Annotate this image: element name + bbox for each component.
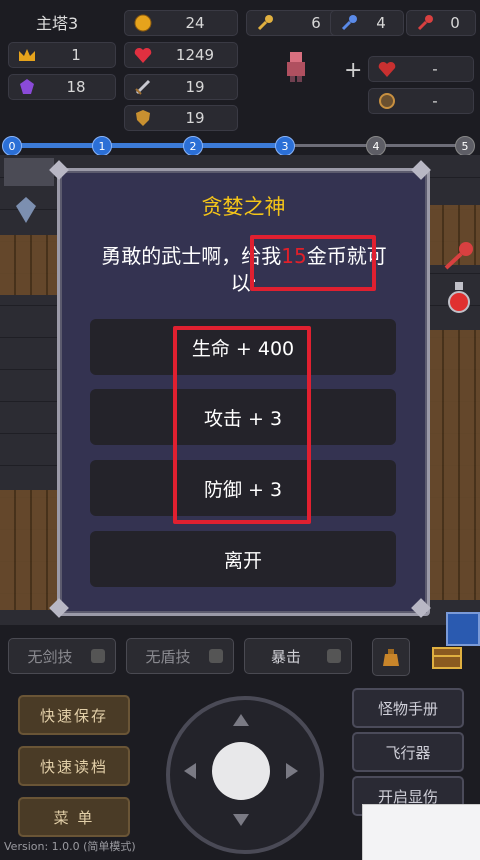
version-label: Version: 1.0.0 (简单模式) [4, 840, 136, 853]
progress-node: 4 [366, 136, 386, 156]
attack-stat: 19 [124, 74, 238, 100]
leave-button[interactable]: 离开 [90, 531, 396, 587]
arrow-left-icon [184, 763, 196, 779]
options-highlight-box [173, 326, 311, 524]
wall-tile [0, 235, 60, 295]
equip-slot-shield[interactable]: - [368, 88, 474, 114]
defense-value: 19 [185, 109, 205, 127]
shield-skill-button[interactable]: 无盾技 [126, 638, 234, 674]
equip-slot-shield-value: - [432, 92, 438, 110]
progress-node: 1 [92, 136, 112, 156]
exp-stat: 18 [8, 74, 116, 100]
floor-label: 主塔3 [36, 14, 79, 33]
dialog-title: 贪婪之神 [201, 195, 286, 219]
wall-tile [428, 330, 480, 600]
gold-value: 24 [185, 14, 205, 32]
hp-stat: 1249 [124, 42, 238, 68]
round-shield-icon [377, 91, 397, 111]
sword-skill-indicator [91, 649, 105, 663]
red-armor-icon [377, 59, 397, 79]
arrow-down-icon [233, 814, 249, 826]
cost-highlight-box [250, 235, 376, 291]
progress-node: 0 [2, 136, 22, 156]
quick-load-button[interactable]: 快速读档 [18, 746, 130, 786]
treasure-chest-button[interactable] [430, 640, 464, 672]
level-value: 1 [71, 46, 81, 64]
shield-icon [133, 108, 153, 128]
gold-coin-icon [133, 13, 153, 33]
blue-key-value: 4 [376, 14, 386, 32]
joystick-knob[interactable] [212, 742, 270, 800]
red-key-stat: 0 [406, 10, 476, 36]
quick-save-button[interactable]: 快速保存 [18, 695, 130, 735]
bag-button[interactable] [372, 638, 410, 676]
hero-sprite-icon [282, 50, 310, 84]
progress-node: 2 [183, 136, 203, 156]
crit-skill-button[interactable]: 暴击 [244, 638, 352, 674]
progress-node: 3 [275, 136, 295, 156]
yellow-key-icon [255, 13, 275, 33]
crit-skill-label: 暴击 [270, 647, 301, 666]
gold-stat: 24 [124, 10, 238, 36]
blue-key-stat: 4 [330, 10, 404, 36]
sword-skill-button[interactable]: 无剑技 [8, 638, 116, 674]
floor-progress-fill [10, 143, 285, 148]
red-key-icon [415, 13, 435, 33]
heart-icon [133, 45, 153, 65]
red-potion-icon [446, 280, 472, 314]
attack-value: 19 [185, 78, 205, 96]
gem-icon [17, 77, 37, 97]
crown-icon [17, 45, 37, 65]
blue-gem-icon [14, 196, 38, 224]
menu-button[interactable]: 菜 单 [18, 797, 130, 837]
arrow-right-icon [286, 763, 298, 779]
defense-stat: 19 [124, 105, 238, 131]
equip-plus-sign: + [344, 58, 363, 83]
equip-slot-armor[interactable]: - [368, 56, 474, 82]
flyer-button[interactable]: 飞行器 [352, 732, 464, 772]
blue-key-icon [339, 13, 359, 33]
red-key-value: 0 [450, 14, 460, 32]
stairs-icon [4, 158, 54, 186]
sword-skill-label: 无剑技 [27, 647, 73, 666]
shield-skill-label: 无盾技 [145, 647, 191, 666]
level-stat: 1 [8, 42, 116, 68]
equip-slot-armor-value: - [432, 60, 438, 78]
progress-node: 5 [455, 136, 475, 156]
hp-value: 1249 [175, 46, 215, 64]
treasure-chest-icon [432, 647, 462, 669]
arrow-up-icon [233, 714, 249, 726]
wall-tile [0, 490, 60, 610]
map-red-key-icon [440, 240, 476, 270]
exp-value: 18 [66, 78, 86, 96]
monster-manual-button[interactable]: 怪物手册 [352, 688, 464, 728]
overlay-panel [362, 804, 480, 860]
sword-icon [133, 77, 153, 97]
bag-icon [383, 649, 399, 666]
crit-skill-indicator [327, 649, 341, 663]
shield-skill-indicator [209, 649, 223, 663]
